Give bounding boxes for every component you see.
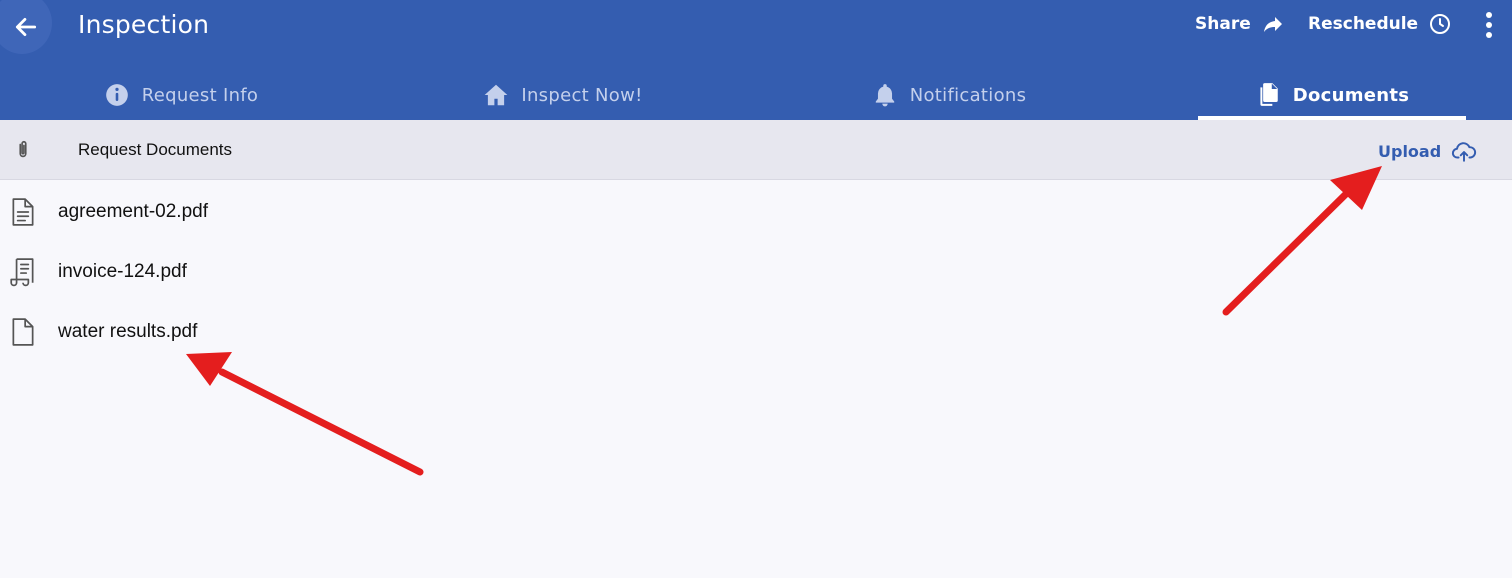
section-title: Request Documents — [78, 140, 233, 159]
tab-request-info[interactable]: Request Info — [0, 70, 362, 120]
file-item-agreement[interactable]: agreement-02.pdf — [0, 181, 1512, 241]
upload-button[interactable]: Upload — [1378, 138, 1477, 164]
share-label: Share — [1195, 14, 1251, 34]
blank-file-icon — [12, 318, 34, 346]
reschedule-button[interactable]: Reschedule — [1308, 12, 1452, 36]
more-dot-icon — [1486, 32, 1492, 38]
arrow-left-icon — [15, 18, 37, 36]
clock-icon — [1430, 14, 1451, 34]
receipt-icon — [10, 258, 34, 287]
file-name: water results.pdf — [58, 321, 198, 342]
file-name: invoice-124.pdf — [58, 261, 187, 282]
tab-label: Documents — [1292, 84, 1410, 106]
share-icon — [1263, 17, 1282, 32]
reschedule-label: Reschedule — [1308, 14, 1419, 34]
file-item-invoice[interactable]: invoice-124.pdf — [0, 241, 1512, 301]
file-name: agreement-02.pdf — [58, 201, 208, 222]
cloud-upload-icon — [1452, 142, 1477, 162]
upload-label: Upload — [1378, 141, 1442, 161]
more-options-button[interactable] — [1478, 8, 1500, 42]
home-icon — [484, 84, 508, 106]
info-icon — [105, 84, 128, 106]
bell-icon — [875, 84, 894, 107]
tab-inspect-now[interactable]: Inspect Now! — [382, 70, 744, 120]
page-title: Inspection — [78, 10, 210, 39]
tab-label: Inspect Now! — [521, 84, 643, 106]
documents-icon — [1260, 83, 1278, 106]
section-header: Request Documents Upload — [0, 120, 1512, 180]
app-bar: Inspection Share Reschedule Request Info… — [0, 0, 1512, 120]
back-button[interactable] — [0, 0, 52, 54]
more-dot-icon — [1486, 22, 1492, 28]
tab-label: Request Info — [141, 84, 259, 106]
file-item-water-results[interactable]: water results.pdf — [0, 301, 1512, 361]
more-dot-icon — [1486, 12, 1492, 18]
paperclip-icon — [19, 140, 27, 158]
document-lines-icon — [12, 198, 34, 226]
tab-label: Notifications — [909, 84, 1027, 106]
share-button[interactable]: Share — [1195, 12, 1285, 36]
tab-notifications[interactable]: Notifications — [768, 70, 1130, 120]
annotation-arrow-file — [186, 352, 424, 476]
tab-documents[interactable]: Documents — [1198, 70, 1466, 120]
